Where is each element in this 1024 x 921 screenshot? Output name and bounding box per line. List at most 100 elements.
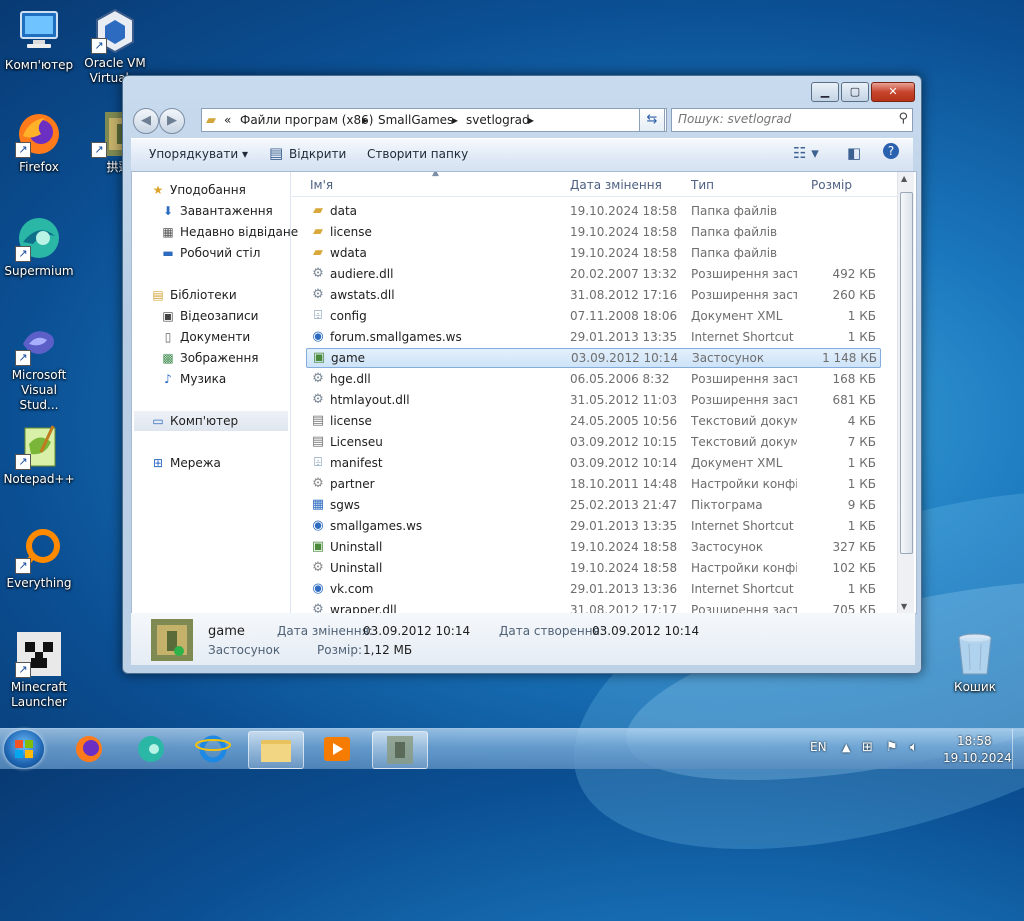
maximize-button[interactable]: ▢ (841, 82, 869, 102)
file-row[interactable]: ⚙ partner 18.10.2011 14:48 Настройки конфі.… (306, 474, 879, 494)
file-type: Документ XML (691, 456, 783, 470)
file-row[interactable]: ⚙ audiere.dll 20.02.2007 13:32 Розширення з… (306, 264, 879, 284)
taskbar-media-player[interactable] (310, 731, 364, 767)
preview-pane-icon[interactable]: ◧ (847, 144, 861, 162)
nav-network[interactable]: ⊞ Мережа (150, 453, 221, 473)
taskbar-explorer[interactable] (248, 731, 304, 769)
search-icon[interactable]: ⚲ (898, 111, 908, 126)
file-row[interactable]: ⚙ wrapper.dll 31.08.2012 17:17 Розширення з… (306, 600, 879, 613)
file-size: 1 КБ (847, 456, 876, 470)
file-row[interactable]: ▤ license 24.05.2005 10:56 Текстовий докум.… (306, 411, 879, 431)
desktop-icon-supermium[interactable]: ↗ Supermium (0, 214, 78, 279)
nav-computer[interactable]: ▭ Комп'ютер (134, 411, 288, 431)
column-header-date[interactable]: Дата змінення (570, 178, 662, 192)
file-row[interactable]: ▰ wdata 19.10.2024 18:58 Папка файлів (306, 243, 879, 263)
file-size: 327 КБ (832, 540, 876, 554)
nav-desktop[interactable]: ▬ Робочий стіл (160, 243, 260, 263)
column-header-name[interactable]: Ім'я (310, 178, 333, 192)
breadcrumb-svetlograd[interactable]: svetlograd (466, 113, 530, 127)
breadcrumb-smallgames[interactable]: SmallGames (378, 113, 453, 127)
file-row[interactable]: ▰ data 19.10.2024 18:58 Папка файлів (306, 201, 879, 221)
file-size: 7 КБ (847, 435, 876, 449)
new-folder-button[interactable]: Створити папку (367, 147, 468, 161)
open-button[interactable]: Відкрити (289, 147, 346, 161)
desktop-icon-everything[interactable]: ↗ Everything (0, 526, 78, 591)
details-created-label: Дата створення: (499, 624, 604, 638)
nav-favorites[interactable]: ★ Уподобання (150, 180, 246, 200)
file-row[interactable]: ◉ smallgames.ws 29.01.2013 13:35 Internet S… (306, 516, 879, 536)
scroll-up-icon[interactable]: ▲ (901, 174, 907, 183)
file-name: vk.com (330, 582, 374, 596)
file-row[interactable]: ▦ sgws 25.02.2013 21:47 Піктограма 9 КБ (306, 495, 879, 515)
taskbar-supermium[interactable] (124, 731, 178, 767)
search-box[interactable]: ⚲ (671, 108, 913, 132)
desktop-icon-visual-studio[interactable]: ↗ Microsoft Visual Stud... (0, 318, 78, 413)
file-row-selected[interactable]: ▣ game 03.09.2012 10:14 Застосунок 1 148 КБ (306, 348, 881, 368)
file-row[interactable]: ▤ Licenseu 03.09.2012 10:15 Текстовий докум… (306, 432, 879, 452)
column-header-size[interactable]: Розмір (811, 178, 852, 192)
forward-button[interactable]: ▶ (159, 108, 185, 134)
clock-date[interactable]: 19.10.2024 (943, 751, 1012, 791)
desktop-icon-recycle-bin[interactable]: Кошик (936, 630, 1014, 695)
desktop-icon-firefox[interactable]: ↗ Firefox (0, 110, 78, 175)
language-indicator[interactable]: EN (810, 740, 827, 780)
nav-videos[interactable]: ▣ Відеозаписи (160, 306, 258, 326)
show-desktop-button[interactable] (1012, 729, 1024, 769)
minimize-button[interactable]: ▁ (811, 82, 839, 102)
folder-icon: ▰ (313, 245, 323, 260)
action-center-flag-icon[interactable]: ⚑ (886, 740, 898, 780)
breadcrumb-program-files[interactable]: Файли програм (x86) (240, 113, 373, 127)
file-row[interactable]: ⚙ Uninstall 19.10.2024 18:58 Настройки конф… (306, 558, 879, 578)
file-row[interactable]: ▰ license 19.10.2024 18:58 Папка файлів (306, 222, 879, 242)
help-icon[interactable]: ? (883, 143, 899, 159)
desktop-icon-notepadpp[interactable]: ↗ Notepad++ (0, 422, 78, 487)
view-options-icon[interactable]: ☷ ▾ (793, 144, 819, 162)
nav-pictures[interactable]: ▩ Зображення (160, 348, 258, 368)
file-row[interactable]: ◉ vk.com 29.01.2013 13:36 Internet Shortcut… (306, 579, 879, 599)
column-header-type[interactable]: Тип (691, 178, 714, 192)
network-tray-icon[interactable]: ⊞ (862, 740, 873, 780)
vertical-scrollbar[interactable]: ▲ ▼ (897, 172, 914, 613)
address-bar[interactable]: ▰ « Файли програм (x86) ▸ SmallGames ▸ s… (201, 108, 667, 132)
file-row[interactable]: ⌹ config 07.11.2008 18:06 Документ XML 1 КБ (306, 306, 879, 326)
file-row[interactable]: ⚙ htmlayout.dll 31.05.2012 11:03 Розширення… (306, 390, 879, 410)
organize-button[interactable]: Упорядкувати ▾ (149, 147, 248, 161)
notepadpp-icon: ↗ (15, 422, 63, 470)
refresh-button[interactable]: ⇆ (639, 108, 665, 132)
search-input[interactable] (672, 109, 888, 129)
nav-music[interactable]: ♪ Музика (160, 369, 226, 389)
taskbar-game[interactable] (372, 731, 428, 769)
details-size-label: Розмір: (317, 643, 363, 657)
nav-libraries[interactable]: ▤ Бібліотеки (150, 285, 236, 305)
chevron-right-icon[interactable]: ▸ (362, 113, 368, 127)
scroll-down-icon[interactable]: ▼ (901, 602, 907, 611)
file-type: Internet Shortcut (691, 330, 794, 344)
address-overflow-chevron[interactable]: « (224, 113, 231, 127)
music-icon: ♪ (164, 372, 172, 386)
file-size: 1 КБ (847, 309, 876, 323)
desktop-icon-computer[interactable]: Комп'ютер (0, 8, 78, 73)
nav-documents[interactable]: ▯ Документи (160, 327, 250, 347)
desktop-icon-virtualbox[interactable]: ↗ Oracle VM Virtual... (76, 6, 154, 86)
file-row[interactable]: ⚙ hge.dll 06.05.2006 8:32 Розширення заст..… (306, 369, 879, 389)
chevron-right-icon[interactable]: ▸ (452, 113, 458, 127)
file-row[interactable]: ▣ Uninstall 19.10.2024 18:58 Застосунок 327 … (306, 537, 879, 557)
taskbar-internet-explorer[interactable] (186, 731, 240, 767)
file-type: Розширення заст... (691, 393, 797, 407)
close-button[interactable]: ✕ (871, 82, 915, 102)
volume-icon[interactable]: 🔈︎ (910, 740, 918, 780)
start-button[interactable] (4, 730, 44, 768)
back-button[interactable]: ◀ (133, 108, 159, 134)
show-hidden-icons[interactable]: ▲ (842, 741, 850, 781)
chevron-right-icon[interactable]: ▸ (528, 113, 534, 127)
column-headers: Ім'я ▲ Дата змінення Тип Розмір (292, 172, 904, 197)
file-row[interactable]: ⚙ awstats.dll 31.08.2012 17:16 Розширення з… (306, 285, 879, 305)
nav-downloads[interactable]: ⬇ Завантаження (160, 201, 273, 221)
file-row[interactable]: ◉ forum.smallgames.ws 29.01.2013 13:35 Inte… (306, 327, 879, 347)
file-row[interactable]: ⌹ manifest 03.09.2012 10:14 Документ XML 1 К… (306, 453, 879, 473)
taskbar-firefox[interactable] (62, 731, 116, 767)
desktop-icon-minecraft[interactable]: ↗ Minecraft Launcher (0, 630, 78, 710)
scrollbar-thumb[interactable] (900, 192, 913, 554)
desktop-icon-label: Minecraft (10, 680, 68, 694)
nav-recent[interactable]: ▦ Недавно відвідане (160, 222, 298, 242)
